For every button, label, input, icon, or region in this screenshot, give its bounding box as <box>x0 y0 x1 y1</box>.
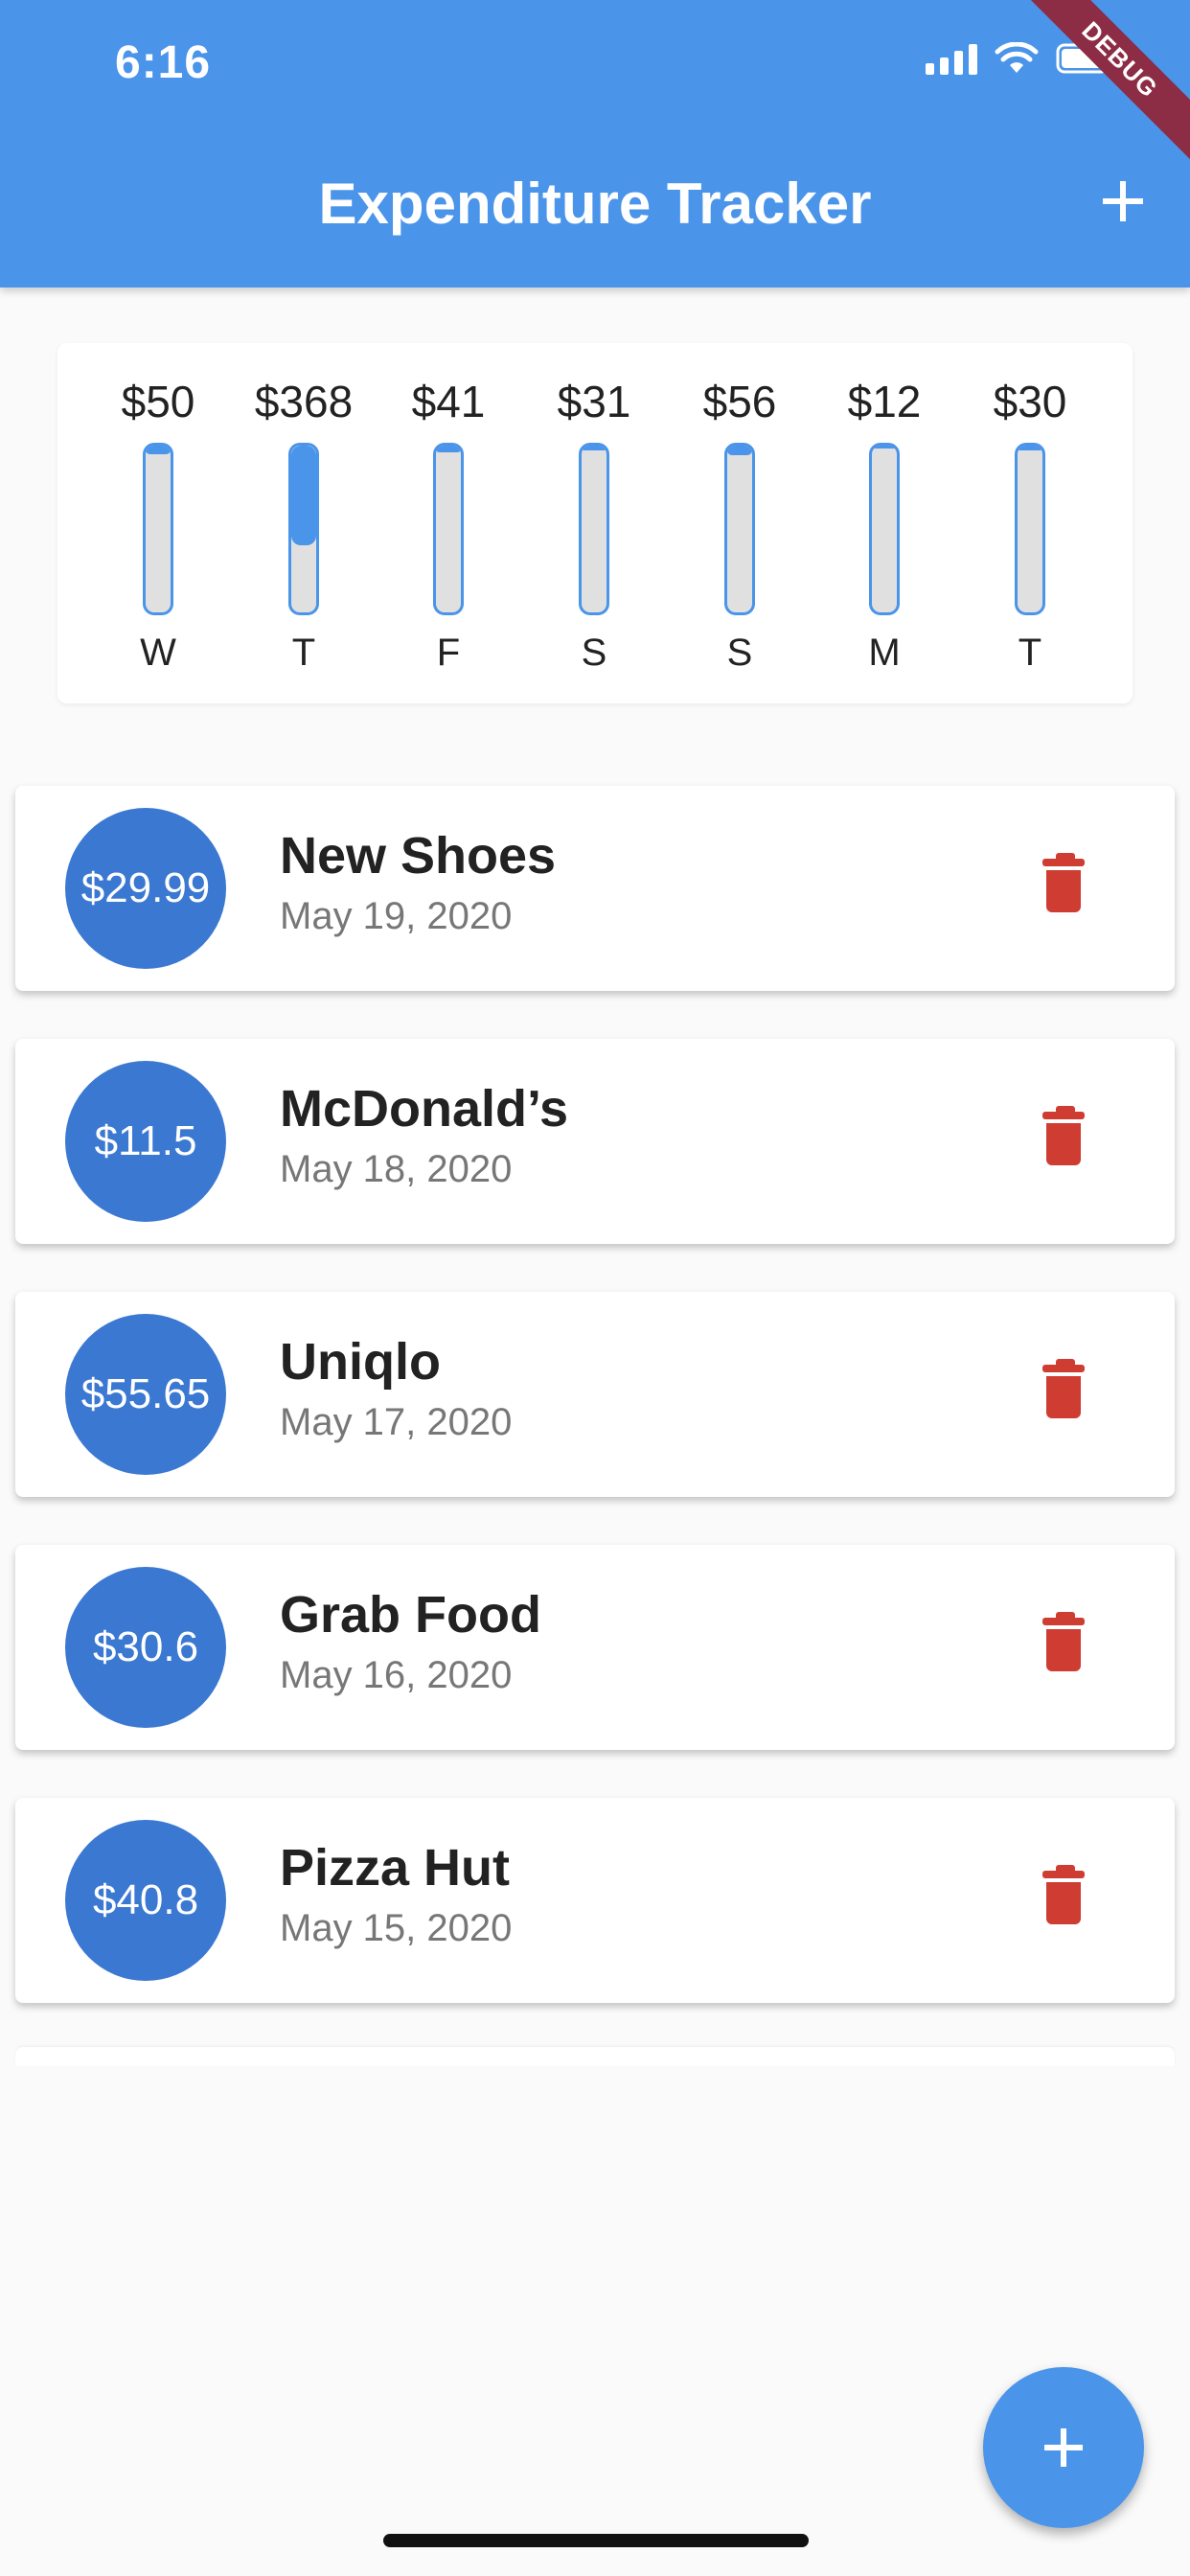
bar-day-label: W <box>140 632 176 674</box>
bar-amount-label: $12 <box>847 377 922 426</box>
transaction-date: May 15, 2020 <box>280 1907 513 1949</box>
amount-badge: $30.6 <box>65 1567 226 1728</box>
bar-day-label: T <box>291 632 316 674</box>
delete-button[interactable] <box>1042 1612 1085 1671</box>
bar-day-label: S <box>726 632 753 674</box>
bar-fill <box>436 446 461 452</box>
list-item-partial <box>15 2047 1175 2066</box>
bar-day-label: S <box>581 632 607 674</box>
delete-button[interactable] <box>1042 1865 1085 1924</box>
transaction-title: Pizza Hut <box>280 1839 511 1897</box>
chart-bar-column: $30 T <box>963 372 1097 677</box>
bar-fill <box>727 446 752 456</box>
transaction-title: Grab Food <box>280 1586 541 1644</box>
debug-banner: DEBUG <box>993 0 1190 187</box>
delete-button[interactable] <box>1042 1106 1085 1165</box>
floating-add-button[interactable] <box>983 2367 1144 2528</box>
delete-button[interactable] <box>1042 853 1085 912</box>
transaction-date: May 19, 2020 <box>280 895 513 937</box>
chart-bar-column: $31 S <box>527 372 661 677</box>
cellular-signal-icon <box>926 42 977 75</box>
chart-bar-column: $12 M <box>817 372 951 677</box>
transaction-date: May 17, 2020 <box>280 1401 513 1443</box>
bar-amount-label: $368 <box>254 377 354 426</box>
bar-fill <box>1018 446 1042 451</box>
page-title: Expenditure Tracker <box>318 172 872 236</box>
plus-icon <box>1044 2428 1083 2467</box>
amount-badge: $55.65 <box>65 1314 226 1475</box>
bar-track <box>724 443 755 615</box>
amount-badge: $29.99 <box>65 808 226 969</box>
bar-amount-label: $50 <box>121 377 195 426</box>
bar-fill <box>582 446 606 451</box>
bar-track <box>1015 443 1045 615</box>
bar-day-label: M <box>868 632 901 674</box>
status-time: 6:16 <box>115 37 212 88</box>
chart-bar-column: $368 T <box>237 372 371 677</box>
bar-amount-label: $31 <box>557 377 631 426</box>
bar-track <box>288 443 319 615</box>
list-item: $40.8 Pizza Hut May 15, 2020 <box>15 1798 1175 2003</box>
bar-track <box>143 443 173 615</box>
bar-amount-label: $30 <box>993 377 1067 426</box>
home-indicator <box>383 2534 809 2547</box>
chart-bar-column: $50 W <box>91 372 225 677</box>
app-bar: 6:16 Expenditure Tracker DEBUG <box>0 0 1190 288</box>
list-item: $30.6 Grab Food May 16, 2020 <box>15 1545 1175 1750</box>
delete-button[interactable] <box>1042 1359 1085 1418</box>
list-item: $55.65 Uniqlo May 17, 2020 <box>15 1292 1175 1497</box>
wifi-icon <box>995 42 1039 73</box>
bar-track <box>579 443 609 615</box>
bar-day-label: T <box>1018 632 1042 674</box>
plus-icon <box>1103 181 1143 221</box>
weekly-chart: $50 W $368 T $41 F $31 S $56 S $12 M $30 T <box>57 343 1133 703</box>
transaction-title: New Shoes <box>280 827 557 885</box>
amount-badge: $40.8 <box>65 1820 226 1981</box>
add-transaction-button[interactable] <box>1094 172 1152 230</box>
bar-fill <box>291 446 316 546</box>
list-item: $29.99 New Shoes May 19, 2020 <box>15 786 1175 991</box>
bar-track <box>869 443 900 615</box>
transaction-title: McDonald’s <box>280 1080 569 1138</box>
transaction-title: Uniqlo <box>280 1333 441 1391</box>
bar-amount-label: $56 <box>702 377 777 426</box>
chart-bar-column: $41 F <box>381 372 515 677</box>
amount-badge: $11.5 <box>65 1061 226 1222</box>
bar-fill <box>146 446 171 454</box>
list-item: $11.5 McDonald’s May 18, 2020 <box>15 1039 1175 1244</box>
bar-day-label: F <box>436 632 461 674</box>
chart-bar-column: $56 S <box>673 372 807 677</box>
bar-track <box>433 443 464 615</box>
transaction-date: May 18, 2020 <box>280 1148 513 1190</box>
transaction-date: May 16, 2020 <box>280 1654 513 1696</box>
bar-amount-label: $41 <box>411 377 486 426</box>
bar-fill <box>872 446 897 449</box>
